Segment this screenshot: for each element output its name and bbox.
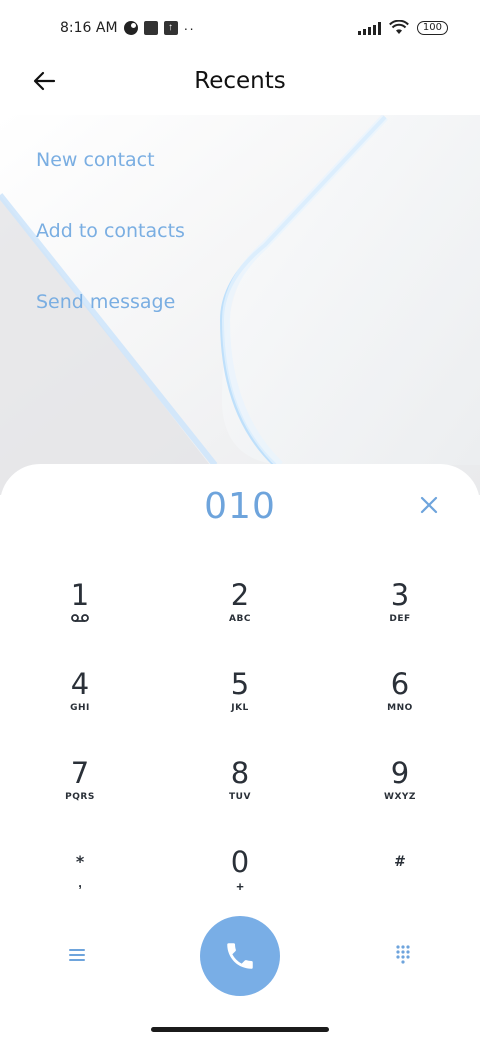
dialed-number: 010 bbox=[204, 486, 276, 527]
more-notifications-icon: ·· bbox=[183, 20, 195, 36]
home-indicator[interactable] bbox=[151, 1027, 329, 1032]
actions-list: New contact Add to contacts Send message bbox=[36, 135, 185, 348]
key-digit: * bbox=[75, 852, 85, 871]
key-letters: JKL bbox=[231, 703, 249, 713]
send-message-action[interactable]: Send message bbox=[36, 277, 185, 348]
key-digit: 0 bbox=[230, 845, 250, 879]
signal-icon bbox=[357, 21, 381, 35]
key-letters: DEF bbox=[389, 614, 411, 624]
key-digit: 8 bbox=[230, 756, 250, 790]
key-digit: 2 bbox=[230, 578, 250, 612]
status-left: 8:16 AM ↑ ·· bbox=[60, 20, 195, 36]
key-letters: ABC bbox=[229, 614, 251, 624]
call-button[interactable] bbox=[200, 916, 280, 996]
menu-icon bbox=[69, 949, 85, 961]
key-1[interactable]: 1 bbox=[0, 572, 160, 661]
upload-notification-icon: ↑ bbox=[163, 21, 178, 35]
key-digit: 9 bbox=[390, 756, 410, 790]
key-6[interactable]: 6 MNO bbox=[320, 661, 480, 750]
key-4[interactable]: 4 GHI bbox=[0, 661, 160, 750]
key-letters: TUV bbox=[229, 792, 251, 802]
keypad: 1 2 ABC 3 DEF 4 GHI 5 JKL 6 MNO 7 PQRS 8… bbox=[0, 572, 480, 928]
status-time: 8:16 AM bbox=[60, 20, 118, 36]
key-digit: 7 bbox=[70, 756, 90, 790]
key-letters: GHI bbox=[70, 703, 90, 713]
menu-button[interactable] bbox=[66, 944, 88, 966]
key-5[interactable]: 5 JKL bbox=[160, 661, 320, 750]
key-digit: # bbox=[394, 854, 406, 870]
dialpad-icon bbox=[396, 945, 410, 964]
battery-indicator: 100 bbox=[416, 21, 448, 35]
key-letters: WXYZ bbox=[384, 792, 416, 802]
app-notification-icon bbox=[143, 21, 158, 35]
dialer-sheet: 010 1 2 ABC 3 DEF 4 GHI 5 JKL 6 MNO 7 PQ… bbox=[0, 464, 480, 1040]
status-right: 100 bbox=[357, 20, 448, 36]
key-2[interactable]: 2 ABC bbox=[160, 572, 320, 661]
key-digit: 4 bbox=[70, 667, 90, 701]
voicemail-icon bbox=[71, 614, 89, 622]
key-letters: , bbox=[78, 875, 82, 890]
close-icon bbox=[420, 496, 438, 514]
key-hash[interactable]: # bbox=[320, 839, 480, 928]
key-letters: PQRS bbox=[65, 792, 95, 802]
add-to-contacts-action[interactable]: Add to contacts bbox=[36, 206, 185, 277]
header: Recents bbox=[0, 56, 480, 108]
dialer-bottom-row bbox=[0, 916, 480, 996]
key-7[interactable]: 7 PQRS bbox=[0, 750, 160, 839]
key-letters: MNO bbox=[387, 703, 413, 713]
data-saver-icon bbox=[123, 21, 138, 35]
key-0[interactable]: 0 + bbox=[160, 839, 320, 928]
key-3[interactable]: 3 DEF bbox=[320, 572, 480, 661]
key-digit: 6 bbox=[390, 667, 410, 701]
page-title: Recents bbox=[194, 68, 286, 94]
new-contact-action[interactable]: New contact bbox=[36, 135, 185, 206]
wifi-icon bbox=[388, 20, 409, 34]
clear-button[interactable] bbox=[416, 492, 442, 518]
key-digit: 3 bbox=[390, 578, 410, 612]
keypad-toggle-button[interactable] bbox=[392, 944, 414, 966]
key-8[interactable]: 8 TUV bbox=[160, 750, 320, 839]
key-9[interactable]: 9 WXYZ bbox=[320, 750, 480, 839]
key-star[interactable]: * , bbox=[0, 839, 160, 928]
key-digit: 1 bbox=[70, 578, 90, 612]
phone-icon bbox=[227, 943, 253, 969]
key-digit: 5 bbox=[230, 667, 250, 701]
status-bar: 8:16 AM ↑ ·· 100 bbox=[0, 0, 480, 56]
key-letters: + bbox=[236, 879, 244, 894]
